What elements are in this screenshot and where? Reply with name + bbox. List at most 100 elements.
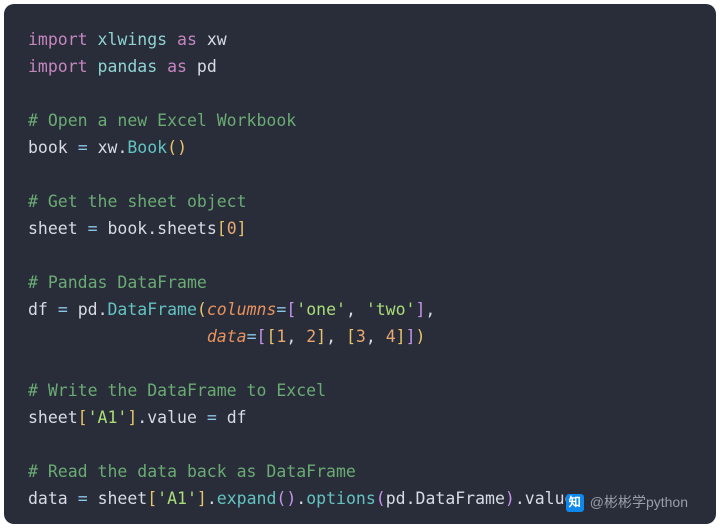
comma: , <box>425 300 435 319</box>
property: value <box>147 408 197 427</box>
operator-equals: = <box>276 300 286 319</box>
variable: df <box>227 408 247 427</box>
dot: . <box>147 219 157 238</box>
keyword-as: as <box>167 57 187 76</box>
alias: xw <box>207 30 227 49</box>
variable: df <box>28 300 48 319</box>
string: 'A1' <box>157 489 197 508</box>
code-line: data=[[1, 2], [3, 4]]) <box>28 327 425 346</box>
paren-close: ) <box>505 489 515 508</box>
bracket-open: [ <box>147 489 157 508</box>
code-line: # Write the DataFrame to Excel <box>28 381 326 400</box>
variable: book <box>28 138 68 157</box>
comment: # Read the data back as DataFrame <box>28 462 356 481</box>
code-block: import xlwings as xw import pandas as pd… <box>4 4 716 524</box>
bracket-open: [ <box>346 327 356 346</box>
keyword-import: import <box>28 57 88 76</box>
code-line: # Get the sheet object <box>28 192 247 211</box>
paren-open: ( <box>376 489 386 508</box>
code-line: # Open a new Excel Workbook <box>28 111 296 130</box>
dot: . <box>406 489 416 508</box>
dot: . <box>515 489 525 508</box>
string: 'two' <box>366 300 416 319</box>
paren-open: ( <box>197 300 207 319</box>
comment: # Write the DataFrame to Excel <box>28 381 326 400</box>
module-name: pandas <box>98 57 158 76</box>
kwarg-data: data <box>207 327 247 346</box>
number: 1 <box>276 327 286 346</box>
variable: sheet <box>28 219 78 238</box>
keyword-import: import <box>28 30 88 49</box>
dot: . <box>137 408 147 427</box>
bracket-close: ] <box>415 300 425 319</box>
dot: . <box>207 489 217 508</box>
indent <box>28 327 207 346</box>
comma: , <box>326 327 336 346</box>
call: Book <box>127 138 167 157</box>
kwarg-columns: columns <box>207 300 277 319</box>
paren-close: ) <box>177 138 187 157</box>
code-line: import pandas as pd <box>28 57 217 76</box>
paren-close: ) <box>416 327 426 346</box>
comma: , <box>366 327 376 346</box>
paren-open: ( <box>276 489 286 508</box>
operator-equals: = <box>58 300 68 319</box>
code-line: import xlwings as xw <box>28 30 227 49</box>
object: book <box>107 219 147 238</box>
code-line: data = sheet['A1'].expand().options(pd.D… <box>28 489 574 508</box>
bracket-close: ] <box>127 408 137 427</box>
code-line: # Read the data back as DataFrame <box>28 462 356 481</box>
bracket-open: [ <box>286 300 296 319</box>
bracket-open: [ <box>257 327 267 346</box>
comment: # Get the sheet object <box>28 192 247 211</box>
operator-equals: = <box>78 489 88 508</box>
string: 'A1' <box>88 408 128 427</box>
paren-open: ( <box>167 138 177 157</box>
operator-equals: = <box>78 138 88 157</box>
paren-close: ) <box>286 489 296 508</box>
bracket-close: ] <box>406 327 416 346</box>
call: options <box>306 489 376 508</box>
comment: # Pandas DataFrame <box>28 273 207 292</box>
bracket-close: ] <box>197 489 207 508</box>
operator-equals: = <box>88 219 98 238</box>
module-name: xlwings <box>98 30 168 49</box>
number: 2 <box>306 327 316 346</box>
call: DataFrame <box>108 300 197 319</box>
number: 0 <box>227 219 237 238</box>
watermark-caption: 知 @彬彬学python <box>566 489 688 516</box>
bracket-close: ] <box>237 219 247 238</box>
bracket-open: [ <box>217 219 227 238</box>
string: 'one' <box>296 300 346 319</box>
comma: , <box>286 327 296 346</box>
author-handle: @彬彬学python <box>590 489 688 516</box>
code-line: sheet['A1'].value = df <box>28 408 247 427</box>
bracket-open: [ <box>78 408 88 427</box>
bracket-open: [ <box>266 327 276 346</box>
bracket-close: ] <box>396 327 406 346</box>
object: pd <box>78 300 98 319</box>
object: sheet <box>28 408 78 427</box>
arg-object: pd <box>386 489 406 508</box>
dot: . <box>296 489 306 508</box>
code-line: df = pd.DataFrame(columns=['one', 'two']… <box>28 300 435 319</box>
comment: # Open a new Excel Workbook <box>28 111 296 130</box>
variable: data <box>28 489 68 508</box>
property: sheets <box>157 219 217 238</box>
number: 3 <box>356 327 366 346</box>
keyword-as: as <box>177 30 197 49</box>
code-line: # Pandas DataFrame <box>28 273 207 292</box>
object: xw <box>98 138 118 157</box>
operator-equals: = <box>207 408 217 427</box>
property: value <box>525 489 575 508</box>
dot: . <box>98 300 108 319</box>
dot: . <box>117 138 127 157</box>
object: sheet <box>98 489 148 508</box>
code-line: book = xw.Book() <box>28 138 187 157</box>
code-line: sheet = book.sheets[0] <box>28 219 247 238</box>
call: expand <box>217 489 277 508</box>
bracket-close: ] <box>316 327 326 346</box>
alias: pd <box>197 57 217 76</box>
operator-equals: = <box>247 327 257 346</box>
number: 4 <box>386 327 396 346</box>
